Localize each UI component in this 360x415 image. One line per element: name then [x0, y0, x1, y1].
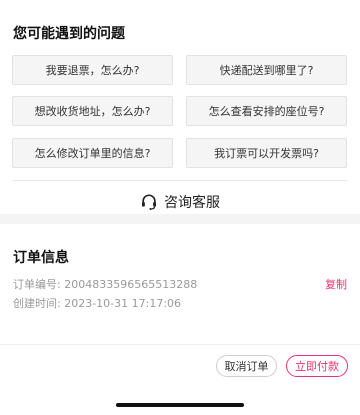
- faq-title: 您可能遇到的问题: [13, 26, 125, 42]
- question-seat-number[interactable]: 怎么查看安排的座位号?: [186, 96, 347, 126]
- question-invoice[interactable]: 我订票可以开发票吗?: [186, 138, 347, 168]
- order-number-label: 订单编号:: [13, 278, 61, 291]
- order-info-section: 订单信息 订单编号: 2004833596565513288 复制 创建时间: …: [0, 224, 360, 344]
- created-time-label: 创建时间:: [13, 297, 61, 310]
- cancel-order-button[interactable]: 取消订单: [216, 355, 277, 377]
- home-indicator[interactable]: [116, 403, 244, 407]
- section-gap: [0, 214, 360, 224]
- pay-now-button[interactable]: 立即付款: [286, 355, 348, 377]
- customer-service-label: 咨询客服: [164, 195, 220, 211]
- order-info-title: 订单信息: [13, 250, 69, 266]
- created-time-value: 2023-10-31 17:17:06: [64, 297, 182, 310]
- question-refund[interactable]: 我要退票，怎么办?: [12, 55, 173, 85]
- faq-divider: [12, 180, 348, 181]
- order-number-row: 订单编号: 2004833596565513288: [13, 276, 197, 292]
- order-number-value: 2004833596565513288: [64, 278, 198, 291]
- faq-section: 您可能遇到的问题 我要退票，怎么办? 快递配送到哪里了? 想改收货地址，怎么办?…: [0, 0, 360, 212]
- question-modify-order[interactable]: 怎么修改订单里的信息?: [12, 138, 173, 168]
- created-time-row: 创建时间: 2023-10-31 17:17:06: [13, 295, 181, 311]
- question-delivery-status[interactable]: 快递配送到哪里了?: [186, 55, 347, 85]
- headset-icon: [140, 193, 158, 211]
- question-change-address[interactable]: 想改收货地址，怎么办?: [12, 96, 173, 126]
- customer-service-button[interactable]: 咨询客服: [0, 190, 360, 214]
- copy-order-number-link[interactable]: 复制: [325, 276, 347, 292]
